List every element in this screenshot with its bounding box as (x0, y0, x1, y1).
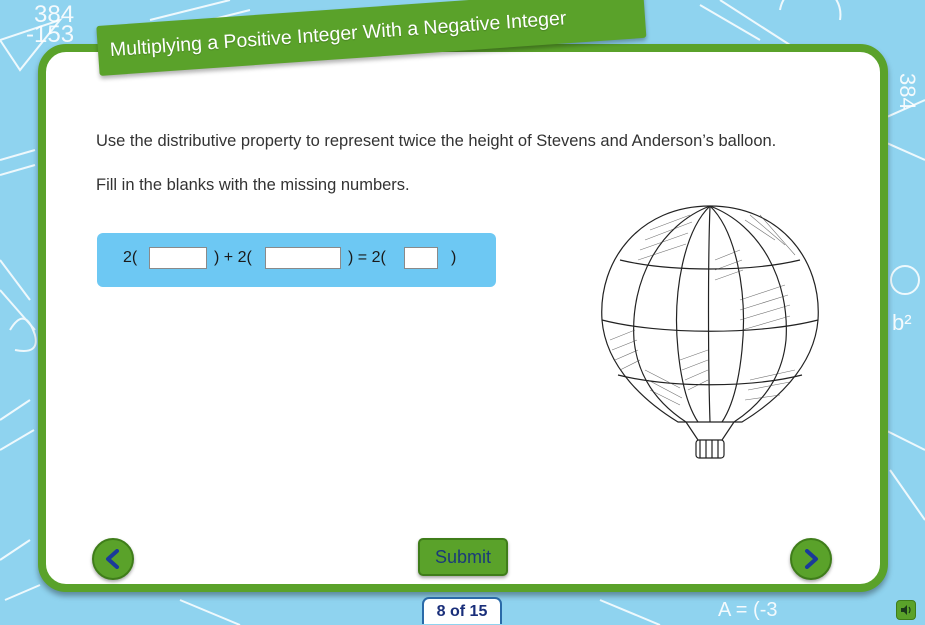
page-counter: 8 of 15 (422, 597, 502, 624)
submit-button[interactable]: Submit (418, 538, 508, 576)
next-button[interactable] (790, 538, 832, 580)
hot-air-balloon-illustration (601, 205, 819, 459)
instruction-text: Use the distributive property to represe… (96, 132, 777, 150)
chevron-left-icon (106, 549, 119, 569)
equation-panel: 2( ) + 2( ) = 2( ) (97, 233, 496, 287)
blank-input-3[interactable] (404, 247, 438, 269)
previous-button[interactable] (92, 538, 134, 580)
doodle-text-right-middle: b² (892, 310, 912, 335)
chevron-right-icon (805, 549, 818, 569)
equation-part-1: 2( (123, 249, 138, 266)
equation-part-4: ) (451, 249, 457, 266)
blank-input-2[interactable] (265, 247, 341, 269)
doodle-text-bottom-right: A = (-3 (718, 599, 777, 621)
equation-part-3: ) = 2( (348, 249, 386, 266)
blank-input-1[interactable] (149, 247, 207, 269)
speaker-icon (901, 605, 911, 615)
fill-blanks-prompt: Fill in the blanks with the missing numb… (96, 176, 410, 194)
equation-part-2: ) + 2( (214, 249, 252, 266)
audio-button[interactable] (896, 600, 916, 620)
doodle-text-top-right: 384 (895, 73, 920, 110)
